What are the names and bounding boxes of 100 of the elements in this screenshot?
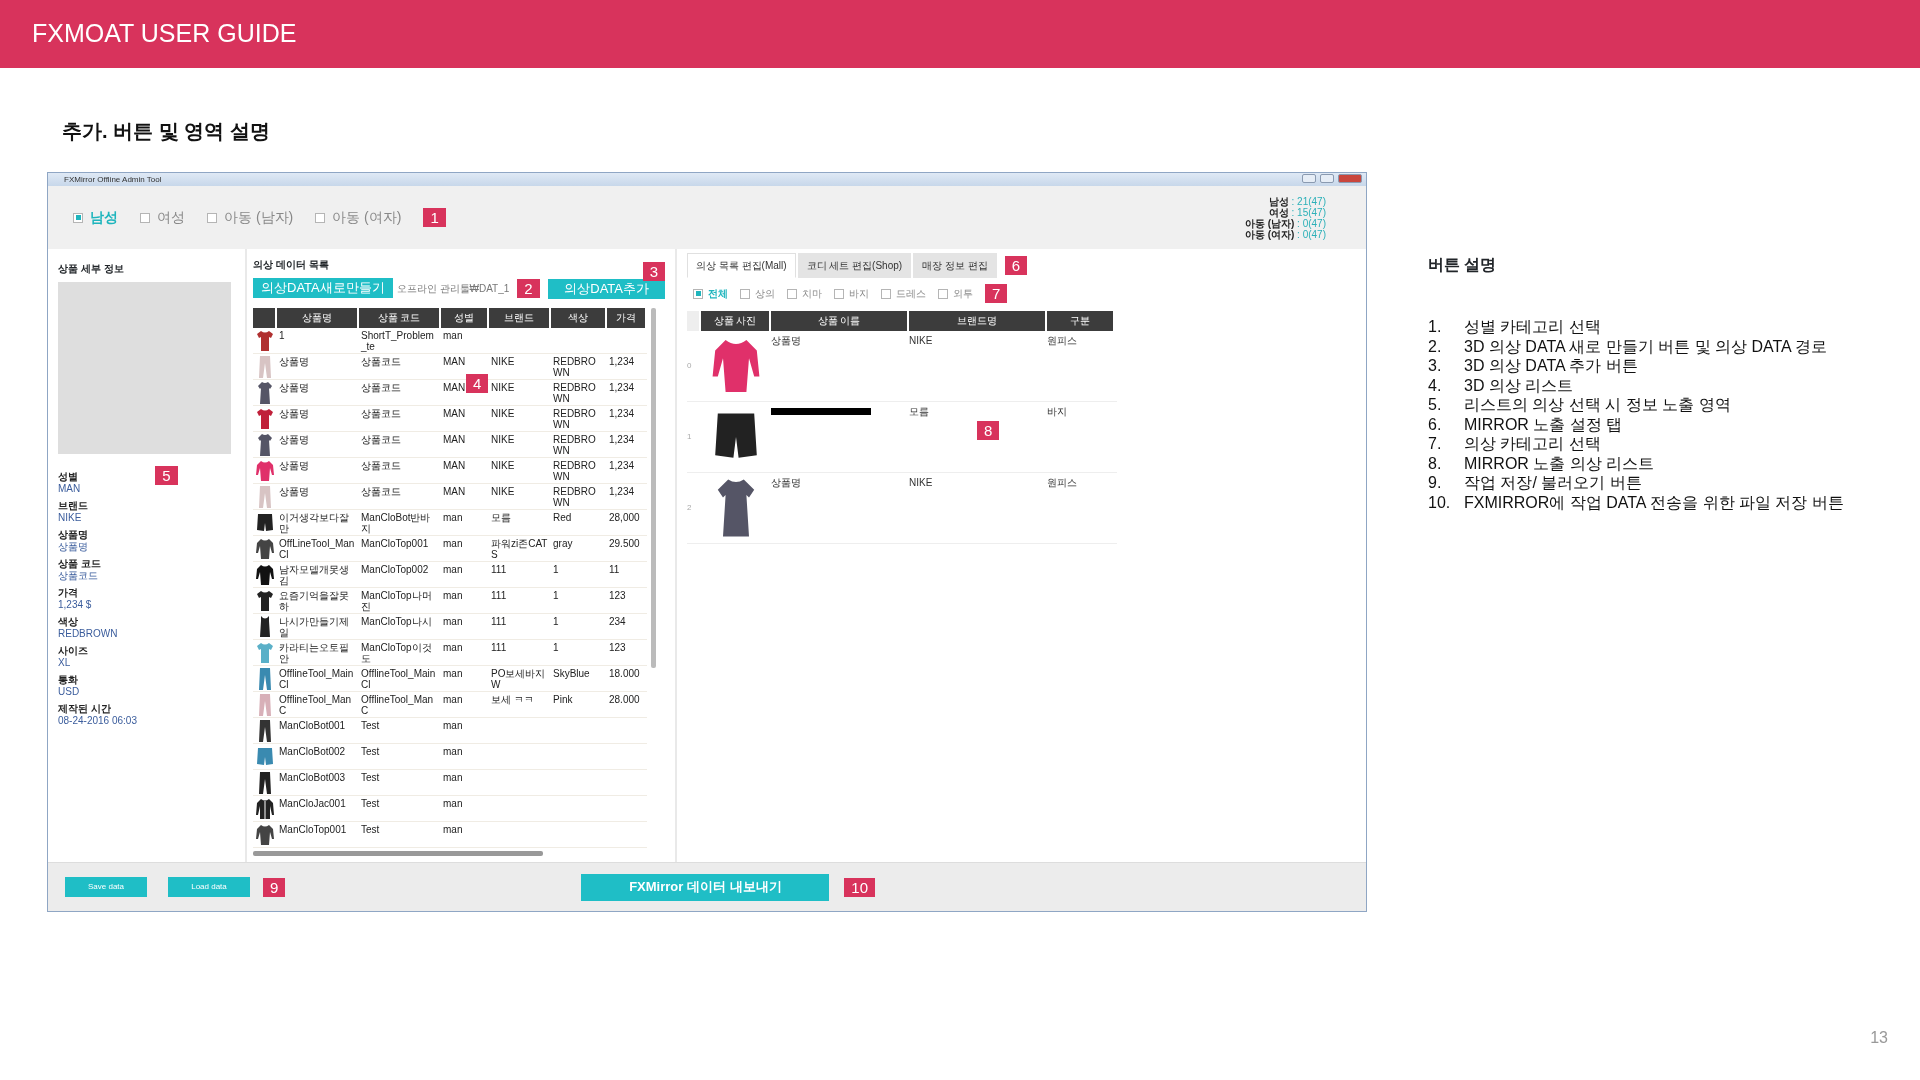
list-item-text: MIRROR 노출 설정 탭 bbox=[1464, 414, 1623, 434]
table-cell-text: ManCloBot001 bbox=[278, 719, 347, 731]
table-cell-text: MAN bbox=[442, 433, 467, 445]
table-cell-text: 111 bbox=[490, 641, 508, 653]
table-row[interactable]: ManCloBot003 Test man bbox=[253, 770, 647, 796]
table-row[interactable]: OffLineTool_ManCl ManCloTop001 man 파워zi존CATS gray 29.500 bbox=[253, 536, 647, 562]
list-number: 1. bbox=[1428, 317, 1443, 337]
callout-number: 2 bbox=[517, 278, 540, 298]
table-cell-text: ManCloBot반바지 bbox=[360, 511, 432, 534]
field-label: 사이즈 bbox=[58, 645, 88, 657]
table-row[interactable]: ManCloTop001 Test man bbox=[253, 822, 647, 848]
tab[interactable]: 코디 세트 편집(Shop) bbox=[797, 253, 912, 278]
field-value: 1,234 $ bbox=[58, 599, 92, 611]
table-row[interactable]: 상품명 상품코드 MAN NIKE REDBROWN 1,234 bbox=[253, 484, 647, 510]
list-item-text: 작업 저장/ 불러오기 버튼 bbox=[1464, 473, 1642, 493]
table-cell-text: 29.500 bbox=[608, 537, 641, 549]
table-cell-text: man bbox=[442, 329, 464, 341]
category-checkbox[interactable]: 상의 bbox=[740, 286, 775, 301]
table-cell-text: MAN bbox=[442, 485, 467, 497]
table-cell-text: MAN bbox=[442, 459, 467, 471]
table-cell-text: OffLineTool_ManCl bbox=[278, 537, 356, 560]
table-row[interactable]: 상품명 상품코드 MAN NIKE REDBROWN 1,234 bbox=[253, 458, 647, 484]
table-cell-text: 123 bbox=[608, 589, 627, 601]
table-row[interactable]: 상품명 상품코드 MAN NIKE REDBROWN 1,234 bbox=[253, 406, 647, 432]
column-header[interactable]: 상품명 bbox=[277, 308, 359, 328]
table-row[interactable]: ManCloJac001 Test man bbox=[253, 796, 647, 822]
table-cell-text: man bbox=[442, 537, 464, 549]
table-row[interactable]: 카라티는오토필안 ManCloTop이것도 man 111 1 123 bbox=[253, 640, 647, 666]
list-number: 8. bbox=[1428, 453, 1443, 473]
tab[interactable]: 매장 정보 편집 bbox=[913, 253, 997, 278]
field-value: NIKE bbox=[58, 512, 82, 524]
list-number: 6. bbox=[1428, 414, 1443, 434]
minimize-button[interactable] bbox=[1302, 174, 1316, 183]
table-row[interactable]: 요즘기억을잘못하 ManCloTop나머진 man 111 1 123 bbox=[253, 588, 647, 614]
table-row[interactable]: ManCloBot002 Test man bbox=[253, 744, 647, 770]
list-item-text: FXMIRROR에 작업 DATA 전송을 위한 파일 저장 버튼 bbox=[1464, 492, 1844, 512]
row-number: 0 bbox=[687, 360, 693, 372]
field-label: 성별 bbox=[58, 471, 78, 483]
table-cell-text: NIKE bbox=[909, 476, 933, 490]
table-cell-text: 1 bbox=[552, 589, 560, 601]
table-row[interactable]: 1 ShortT_Problem_te man bbox=[253, 328, 647, 354]
table-row[interactable]: 0 상품명 NIKE 원피스 bbox=[687, 331, 1117, 402]
table-row[interactable]: 상품명 상품코드 MAN NIKE REDBROWN 1,234 bbox=[253, 432, 647, 458]
table-cell-text: 1 bbox=[278, 329, 286, 341]
column-header[interactable]: 브랜드명 bbox=[909, 311, 1047, 331]
table-cell-text: OfflineTool_MainCl bbox=[278, 667, 355, 690]
table-cell-text: OfflineTool_ManC bbox=[278, 693, 353, 716]
category-checkbox[interactable]: 치마 bbox=[787, 286, 822, 301]
path-text: 오프라인 관리툴₩DAT_1 bbox=[396, 281, 510, 296]
table-cell-text: 234 bbox=[608, 615, 627, 627]
field-label: 제작된 시간 bbox=[58, 703, 111, 715]
callout-number: 7 bbox=[985, 284, 1008, 303]
column-header[interactable]: 상품 코드 bbox=[359, 308, 441, 328]
table-cell-text: 원피스 bbox=[1047, 476, 1077, 490]
table-row[interactable]: 남자모델개못생김 ManCloTop002 man 111 1 11 bbox=[253, 562, 647, 588]
column-header[interactable]: 구분 bbox=[1047, 311, 1115, 331]
table-cell-text: 남자모델개못생김 bbox=[278, 563, 350, 586]
panel-title: 상품 세부 정보 bbox=[58, 262, 125, 276]
table-cell-text: Test bbox=[360, 771, 381, 783]
column-header[interactable]: 브랜드 bbox=[489, 308, 551, 328]
table-cell-text: 1,234 bbox=[608, 355, 636, 367]
close-button[interactable] bbox=[1338, 174, 1362, 183]
column-header[interactable]: 색상 bbox=[551, 308, 607, 328]
table-row[interactable]: ManCloBot001 Test man bbox=[253, 718, 647, 744]
table-cell-text: man bbox=[442, 719, 464, 731]
table-cell-text: 1 bbox=[552, 641, 560, 653]
table-cell-text: REDBROWN bbox=[552, 381, 597, 404]
column-header[interactable]: 성별 bbox=[441, 308, 489, 328]
table-cell-text: SkyBlue bbox=[552, 667, 591, 679]
table-row[interactable]: 이거생각보다잘만 ManCloBot반바지 man 모름 Red 28,000 bbox=[253, 510, 647, 536]
field-value: 상품명 bbox=[58, 541, 88, 553]
table-row[interactable]: 나시가만들기제일 ManCloTop나시 man 111 1 234 bbox=[253, 614, 647, 640]
table-cell-text: 상품코드 bbox=[360, 381, 402, 393]
row-number: 2 bbox=[687, 502, 693, 514]
category-checkbox[interactable]: 외투 bbox=[938, 286, 973, 301]
table-cell-text: ManCloBot002 bbox=[278, 745, 347, 757]
table-cell-text: ManCloTop001 bbox=[278, 823, 348, 835]
horizontal-scrollbar[interactable] bbox=[253, 851, 543, 856]
column-header[interactable]: 가격 bbox=[607, 308, 647, 328]
callout-number: 1 bbox=[423, 208, 446, 227]
page-number: 13 bbox=[1870, 1028, 1888, 1048]
callout-number: 5 bbox=[155, 466, 178, 485]
table-row[interactable]: OfflineTool_MainCl OfflineTool_MainCl man PO보세바지W SkyBlue 18.000 bbox=[253, 666, 647, 692]
table-row[interactable]: OfflineTool_ManC OfflineTool_ManC man 보세 ㅋㅋ Pink 28.000 bbox=[253, 692, 647, 718]
table-cell-text: REDBROWN bbox=[552, 407, 597, 430]
table-cell-text: Red bbox=[552, 511, 573, 523]
count-text: 남성 : 21(47) bbox=[1267, 195, 1326, 207]
table-cell-text: 이거생각보다잘만 bbox=[278, 511, 350, 534]
column-header[interactable]: 상품 이름 bbox=[771, 311, 909, 331]
vertical-scrollbar[interactable] bbox=[651, 308, 656, 668]
table-cell-text: NIKE bbox=[909, 334, 933, 348]
column-header[interactable]: 상품 사진 bbox=[701, 311, 771, 331]
table-cell-text: 상품명 bbox=[278, 355, 310, 367]
category-checkbox[interactable]: 바지 bbox=[834, 286, 869, 301]
tab[interactable]: 의상 목록 편집(Mall) bbox=[687, 253, 796, 278]
maximize-button[interactable] bbox=[1320, 174, 1334, 183]
category-checkbox[interactable]: 드레스 bbox=[881, 286, 926, 301]
table-cell-text: NIKE bbox=[490, 485, 516, 497]
table-row[interactable]: 2 상품명 NIKE 원피스 bbox=[687, 473, 1117, 544]
field-label: 색상 bbox=[58, 616, 78, 628]
